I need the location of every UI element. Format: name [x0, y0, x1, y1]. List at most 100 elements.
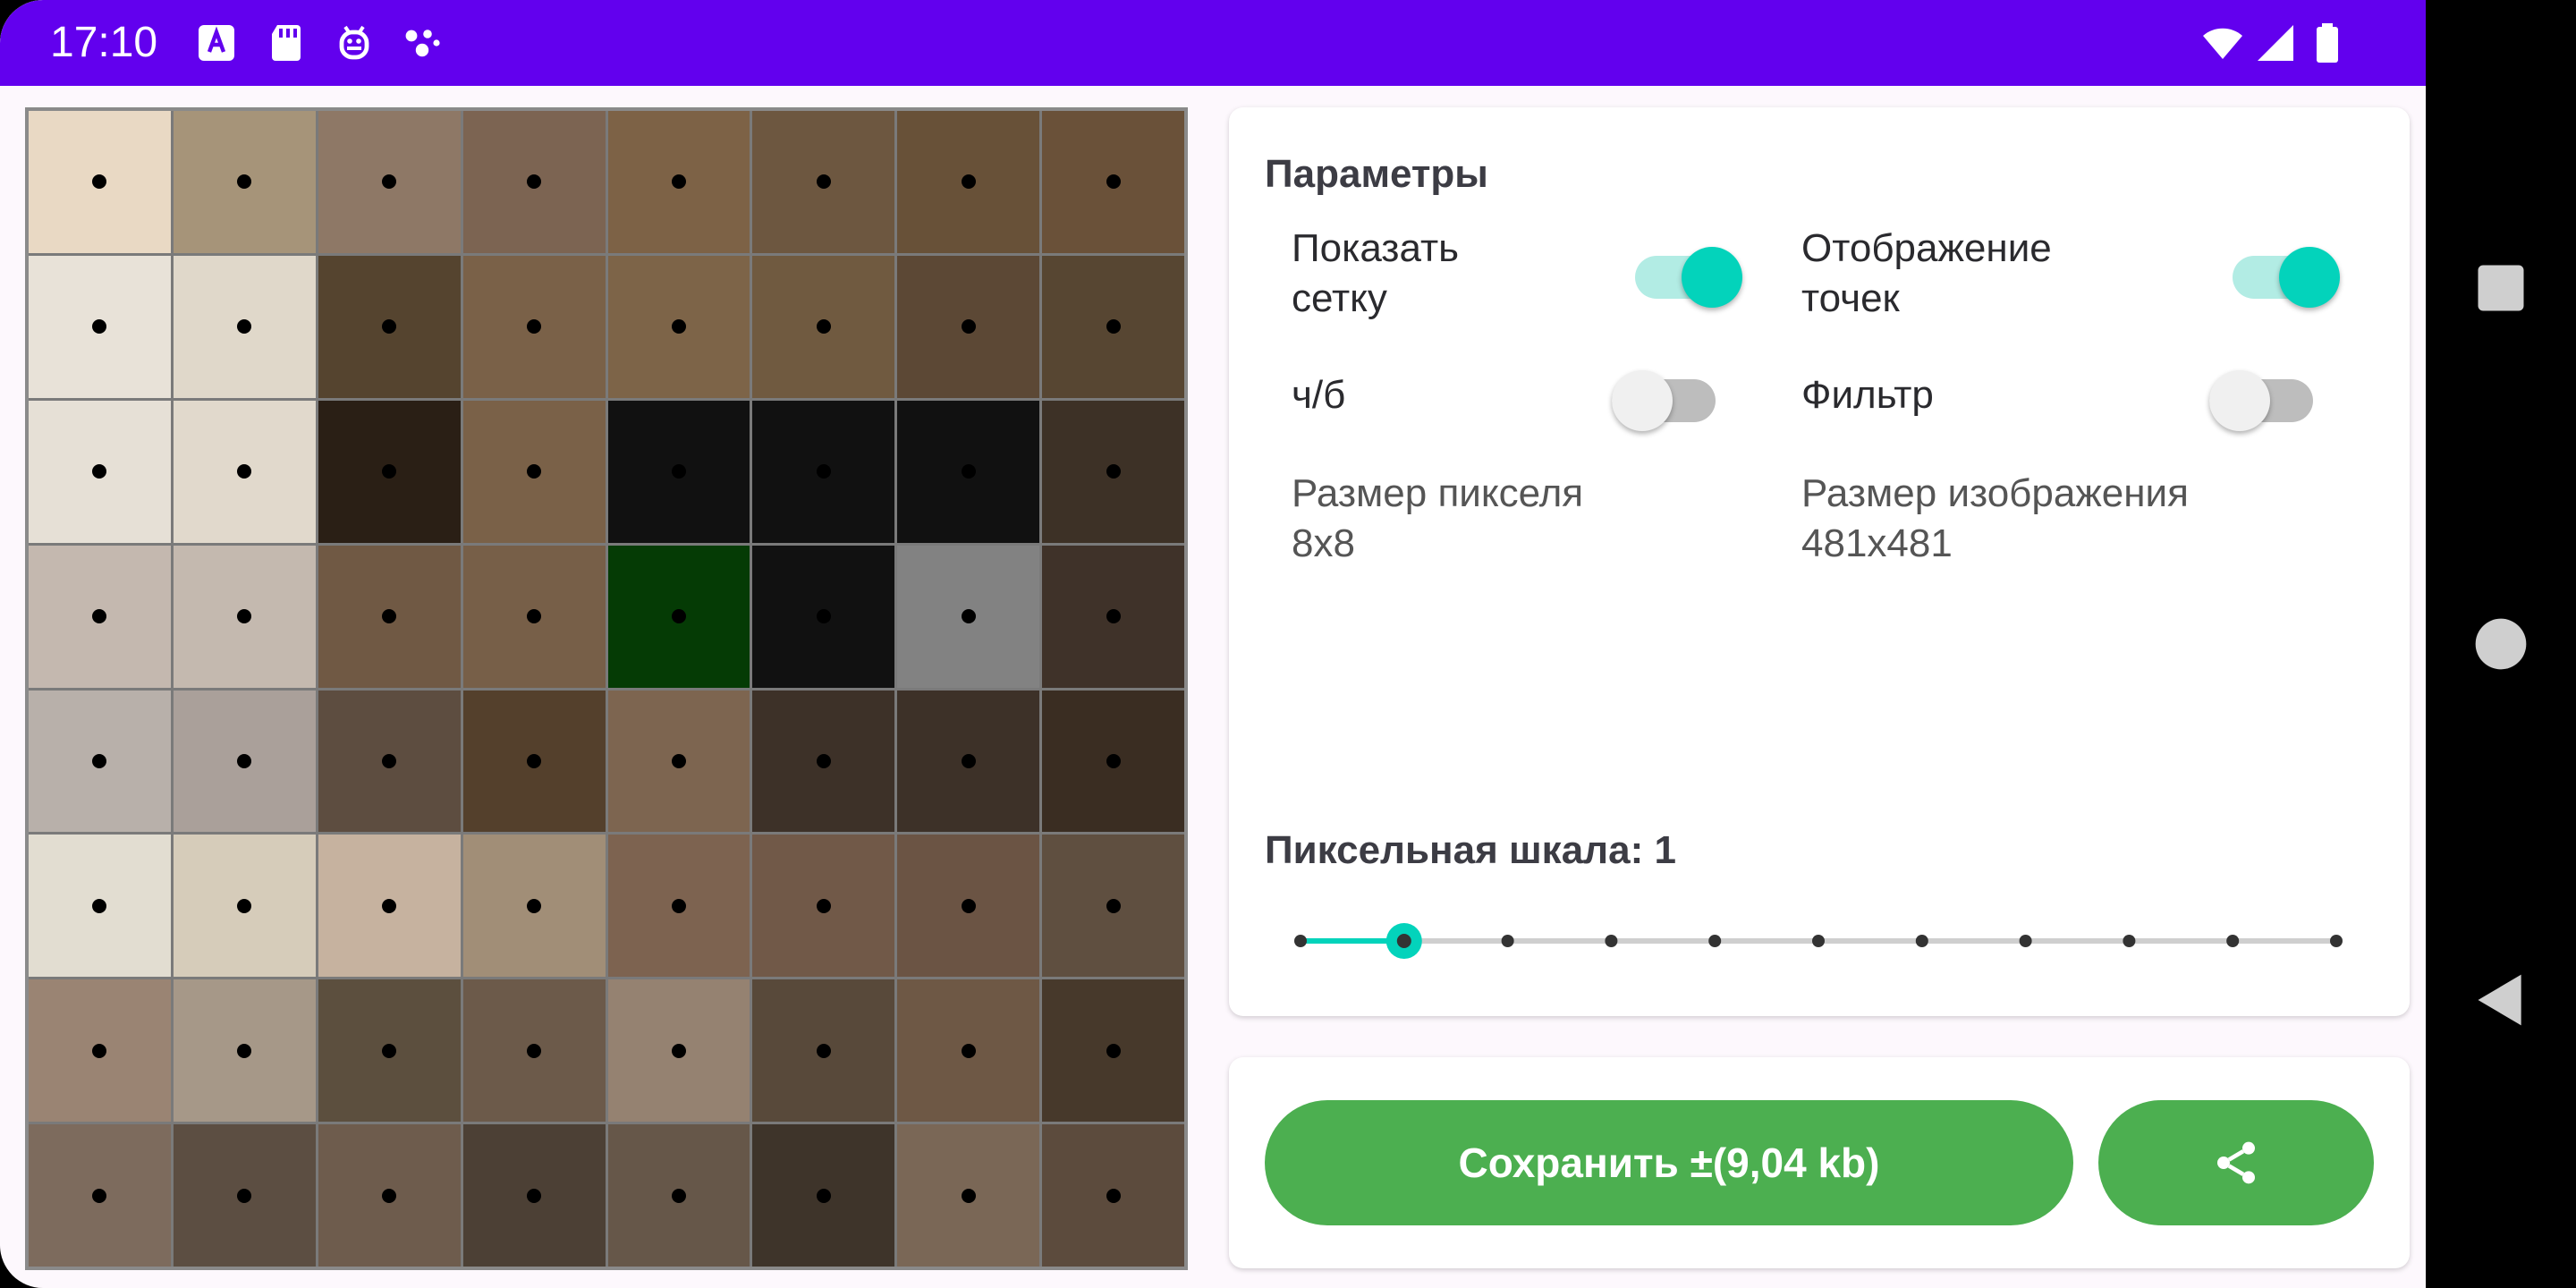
pixel-cell — [607, 835, 750, 978]
pixel-dot — [671, 609, 686, 624]
pixel-dot — [92, 609, 107, 624]
back-button[interactable] — [2470, 970, 2531, 1030]
pixel-cell — [897, 1124, 1040, 1267]
show-dots-label-line2: точек — [1801, 276, 1900, 320]
show-dots-switch[interactable] — [2233, 236, 2340, 308]
switch-thumb — [2209, 370, 2270, 431]
navigation-bar — [2426, 0, 2576, 1288]
pixel-dot — [382, 464, 397, 479]
show-grid-switch[interactable] — [1635, 236, 1742, 308]
pixel-dot — [527, 464, 542, 479]
pixel-cell — [29, 690, 171, 833]
pixel-cell — [1042, 111, 1184, 253]
slider-tick — [2330, 935, 2343, 947]
pixel-cell — [897, 835, 1040, 978]
pixel-dot — [382, 753, 397, 768]
pixel-cell — [897, 545, 1040, 688]
pixel-dot — [816, 1188, 831, 1203]
pixel-dot — [1106, 319, 1121, 335]
pixel-dot — [382, 1188, 397, 1203]
pixel-dot — [92, 1043, 107, 1058]
pixel-preview[interactable] — [25, 107, 1188, 1270]
pixel-cell — [462, 545, 606, 688]
assistant-dots-icon — [401, 21, 444, 64]
share-button[interactable] — [2098, 1100, 2374, 1225]
pixel-cell — [607, 1124, 750, 1267]
pixel-dot — [816, 464, 831, 479]
pixel-dot — [961, 319, 976, 335]
pixel-cell — [752, 545, 895, 688]
pixel-dot — [237, 1043, 252, 1058]
pixel-dot — [92, 319, 107, 335]
slider-tick — [1294, 935, 1307, 947]
pixel-dot — [1106, 174, 1121, 190]
slider-tick — [1501, 935, 1514, 947]
signal-icon — [2254, 21, 2297, 64]
pixel-cell — [897, 400, 1040, 543]
pixel-dot — [237, 319, 252, 335]
pixel-cell — [173, 690, 316, 833]
slider-graphic — [1294, 923, 2343, 959]
pixel-grid — [29, 111, 1184, 1267]
pixel-cell — [318, 1124, 461, 1267]
pixel-dot — [961, 1043, 976, 1058]
slider-tick — [1708, 935, 1722, 947]
pixel-cell — [29, 400, 171, 543]
pixel-cell — [607, 255, 750, 398]
pixel-cell — [897, 255, 1040, 398]
pixel-scale-label: Пиксельная шкала: 1 — [1265, 828, 1676, 872]
pixel-dot — [382, 898, 397, 913]
pixel-dot — [1106, 1188, 1121, 1203]
back-triangle-icon — [2478, 974, 2521, 1026]
bw-switch[interactable] — [1612, 360, 1716, 431]
save-button[interactable]: Сохранить ±(9,04 kb) — [1265, 1100, 2073, 1225]
pixel-dot — [961, 174, 976, 190]
filter-label: Фильтр — [1801, 373, 1934, 417]
bw-label: ч/б — [1292, 373, 1346, 417]
pixel-dot — [92, 1188, 107, 1203]
pixel-dot — [816, 609, 831, 624]
switch-thumb — [1682, 247, 1742, 308]
filter-switch[interactable] — [2209, 360, 2313, 431]
pixel-cell — [1042, 545, 1184, 688]
pixel-dot — [816, 319, 831, 335]
slider-tick — [2123, 935, 2136, 947]
pixel-dot — [92, 898, 107, 913]
pixel-cell — [752, 835, 895, 978]
pixel-cell — [173, 545, 316, 688]
android-debug-icon — [333, 21, 376, 64]
pixel-cell — [1042, 690, 1184, 833]
show-grid-label-line2: сетку — [1292, 276, 1387, 320]
pixel-cell — [1042, 400, 1184, 543]
pixel-cell — [318, 255, 461, 398]
pixel-cell — [752, 979, 895, 1123]
pixel-dot — [237, 1188, 252, 1203]
home-button[interactable] — [2470, 614, 2531, 674]
pixel-cell — [462, 111, 606, 253]
pixel-dot — [527, 753, 542, 768]
pixel-dot — [382, 1043, 397, 1058]
pixel-dot — [527, 898, 542, 913]
pixel-scale-slider[interactable] — [1290, 914, 2347, 968]
pixel-cell — [462, 255, 606, 398]
pixel-dot — [92, 753, 107, 768]
pixel-cell — [462, 690, 606, 833]
slider-tick — [1915, 935, 1928, 947]
pixel-dot — [1106, 753, 1121, 768]
pixel-dot — [816, 1043, 831, 1058]
recents-button[interactable] — [2470, 258, 2531, 318]
switch-thumb — [2279, 247, 2340, 308]
pixel-cell — [752, 400, 895, 543]
slider-thumb-center — [1396, 934, 1411, 948]
pixel-dot — [92, 464, 107, 479]
pixel-cell — [607, 111, 750, 253]
pixel-dot — [237, 464, 252, 479]
pixel-cell — [462, 1124, 606, 1267]
pixel-cell — [318, 979, 461, 1123]
pixel-cell — [29, 111, 171, 253]
show-dots-label-line1: Отображение — [1801, 226, 2052, 270]
pixel-dot — [961, 898, 976, 913]
font-download-icon — [195, 21, 238, 64]
pixel-cell — [462, 979, 606, 1123]
show-grid-label-line1: Показать — [1292, 226, 1460, 270]
